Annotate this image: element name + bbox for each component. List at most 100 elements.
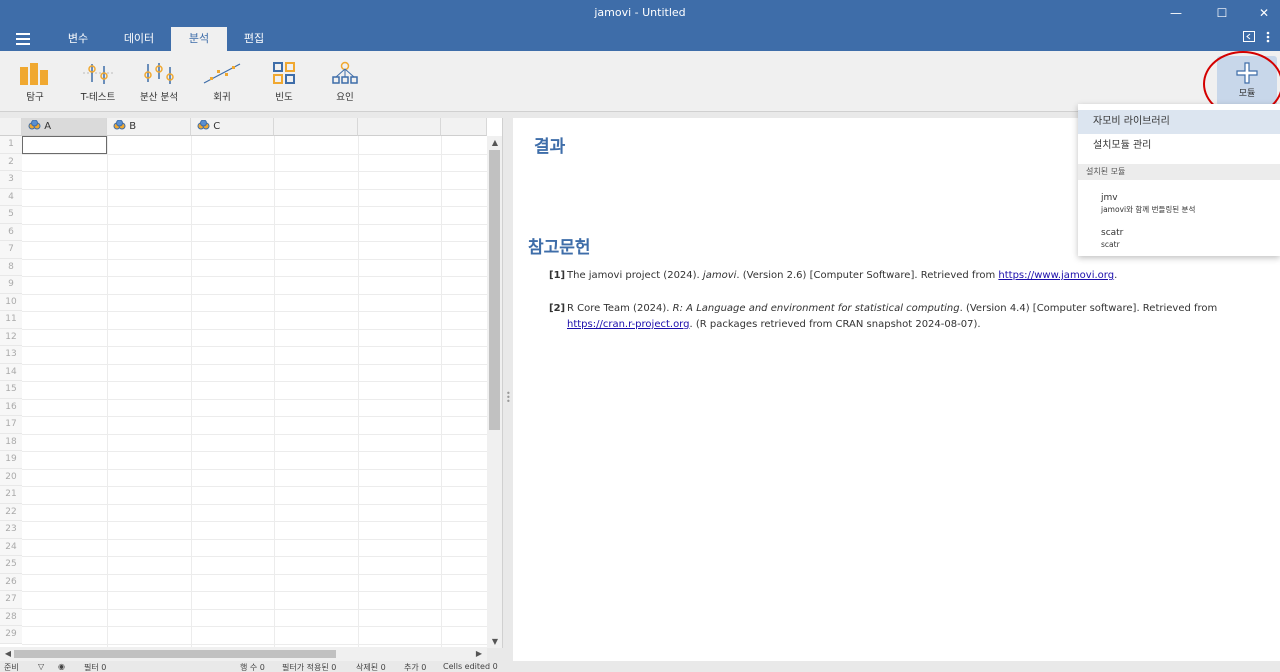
modules-dropdown: 자모비 라이브러리 설치모듈 관리 설치된 모듈 jmv jamovi와 함께 … [1078, 104, 1280, 256]
ref-text: . [1114, 270, 1118, 281]
row-header[interactable]: 2 [0, 153, 22, 171]
hamburger-menu-icon[interactable] [16, 33, 36, 47]
module-item-jmv[interactable]: jmv jamovi와 함께 번들링된 분석 [1101, 193, 1195, 215]
column-header-empty[interactable] [274, 118, 358, 136]
grid-line [274, 136, 275, 648]
manage-installed-item[interactable]: 설치모듈 관리 [1078, 134, 1280, 158]
row-header[interactable]: 13 [0, 346, 22, 364]
row-header[interactable]: 5 [0, 206, 22, 224]
scroll-right-icon[interactable]: ▶ [473, 647, 485, 661]
row-header[interactable]: 21 [0, 486, 22, 504]
ttest-label: T-테스트 [80, 92, 116, 103]
drag-handle-icon[interactable]: • • • [506, 390, 511, 406]
column-name: C [213, 121, 221, 132]
jamovi-window: jamovi - Untitled — ☐ ✕ 변수 데이터 분석 편집 탐구 … [0, 0, 1280, 672]
jamovi-library-item[interactable]: 자모비 라이브러리 [1078, 110, 1280, 134]
grid-line [22, 486, 487, 487]
grid-line [441, 136, 442, 648]
frequencies-button[interactable]: 빈도 [257, 61, 311, 103]
row-header[interactable]: 7 [0, 241, 22, 259]
row-header[interactable]: 19 [0, 451, 22, 469]
column-header-b[interactable]: B [107, 118, 191, 136]
row-header[interactable]: 10 [0, 293, 22, 311]
reference-number: [2] [549, 303, 566, 314]
close-button[interactable]: ✕ [1250, 3, 1278, 23]
ref-italic: R: A Language and environment for statis… [672, 303, 960, 314]
eye-icon[interactable]: ◉ [58, 662, 65, 671]
row-header[interactable]: 1 [0, 136, 22, 154]
column-name: A [44, 121, 52, 132]
row-header[interactable]: 4 [0, 188, 22, 206]
tab-data[interactable]: 데이터 [113, 27, 165, 51]
regression-button[interactable]: 회귀 [195, 61, 249, 103]
minimize-button[interactable]: — [1162, 3, 1190, 23]
grid-line [22, 311, 487, 312]
tab-analyses[interactable]: 분석 [171, 27, 227, 51]
row-header[interactable]: 29 [0, 626, 22, 644]
ref-link[interactable]: https://cran.r-project.org [567, 319, 689, 330]
row-header[interactable]: 28 [0, 608, 22, 626]
row-header[interactable]: 23 [0, 521, 22, 539]
data-spreadsheet[interactable]: A B C 1 2 3 4 5 6 7 8 9 10 11 12 13 14 15 16 17 18 19 20 21 2… [0, 118, 503, 648]
row-header[interactable]: 17 [0, 416, 22, 434]
row-header[interactable]: 8 [0, 258, 22, 276]
row-header[interactable]: 9 [0, 276, 22, 294]
grid-line [22, 363, 487, 365]
row-header[interactable]: 14 [0, 363, 22, 381]
scroll-thumb[interactable] [489, 150, 500, 430]
tab-edit[interactable]: 편집 [231, 27, 277, 51]
row-header[interactable]: 26 [0, 573, 22, 591]
module-description: scatr [1101, 240, 1120, 249]
column-header-a[interactable]: A [22, 118, 107, 136]
nominal-variable-icon [197, 119, 210, 130]
anova-button[interactable]: 분산 분석 [132, 61, 186, 103]
explore-button[interactable]: 탐구 [8, 61, 62, 103]
ttest-button[interactable]: T-테스트 [71, 61, 125, 103]
ref-text: . (Version 4.4) [Computer software]. Ret… [959, 303, 1218, 314]
row-header[interactable]: 6 [0, 223, 22, 241]
installed-modules-header: 설치된 모듈 [1078, 164, 1280, 180]
row-header[interactable]: 20 [0, 468, 22, 486]
row-header[interactable]: 3 [0, 171, 22, 189]
grid-line [107, 136, 108, 648]
grid-line [22, 276, 487, 277]
vertical-scrollbar[interactable]: ▲ ▼ [487, 136, 502, 648]
column-header-c[interactable]: C [191, 118, 274, 136]
maximize-button[interactable]: ☐ [1208, 3, 1236, 23]
row-header[interactable]: 25 [0, 556, 22, 574]
row-header[interactable]: 24 [0, 538, 22, 556]
grid-line [22, 258, 487, 260]
results-title: 결과 [534, 137, 566, 157]
selected-cell[interactable] [22, 136, 107, 154]
column-header-empty[interactable] [358, 118, 441, 136]
grid-line [22, 223, 487, 225]
row-header[interactable]: 27 [0, 591, 22, 609]
scroll-up-icon[interactable]: ▲ [487, 138, 502, 147]
horizontal-scrollbar[interactable]: ◀ ▶ [0, 647, 487, 661]
scroll-thumb[interactable] [14, 650, 336, 658]
results-mode-icon[interactable] [1243, 31, 1255, 45]
status-deleted: 삭제된 0 [356, 663, 386, 672]
row-header[interactable]: 16 [0, 398, 22, 416]
factor-button[interactable]: 요인 [318, 61, 372, 103]
filter-icon[interactable]: ▽ [38, 662, 44, 671]
column-header-empty[interactable] [441, 118, 487, 136]
more-options-icon[interactable] [1266, 31, 1270, 46]
tab-variables[interactable]: 변수 [55, 27, 101, 51]
grid-line [22, 503, 487, 505]
row-header[interactable]: 12 [0, 328, 22, 346]
ref-link[interactable]: https://www.jamovi.org [998, 270, 1114, 281]
row-header[interactable]: 22 [0, 503, 22, 521]
row-header[interactable]: 11 [0, 311, 22, 329]
corner-cell[interactable] [0, 118, 22, 136]
module-item-scatr[interactable]: scatr scatr [1101, 228, 1123, 250]
ref-italic: jamovi [702, 270, 737, 281]
scroll-down-icon[interactable]: ▼ [487, 637, 502, 646]
reference-2: [2] R Core Team (2024). R: A Language an… [549, 301, 1249, 333]
ref-text: . (R packages retrieved from CRAN snapsh… [689, 319, 981, 330]
pane-splitter[interactable]: • • • [503, 118, 513, 672]
row-header[interactable]: 18 [0, 433, 22, 451]
grid-line [22, 416, 487, 417]
row-header[interactable]: 15 [0, 381, 22, 399]
scroll-left-icon[interactable]: ◀ [2, 647, 14, 661]
